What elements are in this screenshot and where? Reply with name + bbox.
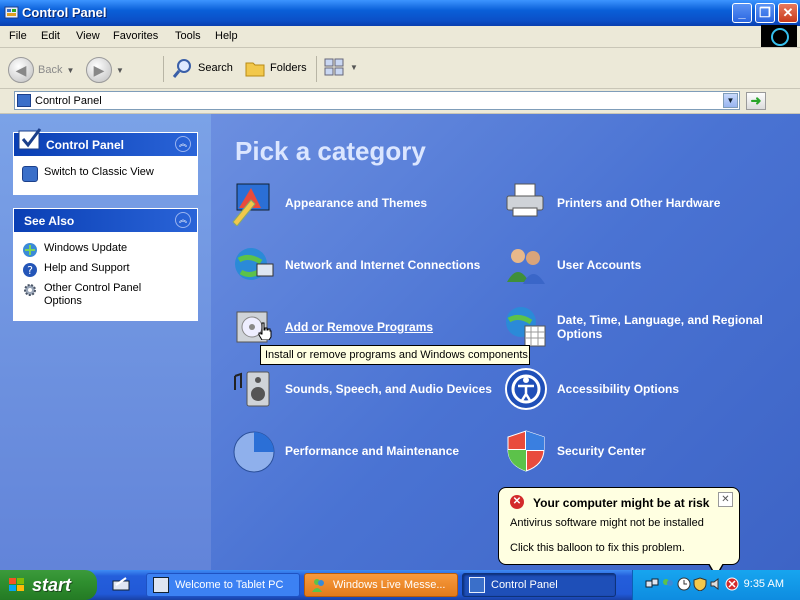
security-alert-tray-icon[interactable] — [725, 577, 739, 591]
control-panel-checkmark-icon — [18, 128, 42, 150]
system-tray: 9:35 AM — [632, 570, 800, 600]
menu-bar: File Edit View Favorites Tools Help — [0, 25, 800, 48]
clock-tray-icon[interactable] — [677, 577, 691, 591]
control-panel-icon — [17, 94, 31, 107]
control-panel-section-header[interactable]: Control Panel ︽ — [14, 128, 197, 156]
category-date-time-language-regional[interactable]: Date, Time, Language, and Regional Optio… — [503, 304, 777, 350]
windows-update-icon — [23, 243, 37, 257]
balloon-close-button[interactable]: ✕ — [718, 492, 733, 507]
date-time-globe-icon — [506, 307, 546, 347]
help-and-support-link[interactable]: ? Help and Support — [22, 262, 189, 278]
users-icon — [507, 249, 545, 284]
window-icon — [153, 577, 169, 593]
menu-view[interactable]: View — [76, 30, 100, 42]
toolbar: ◀ Back ▼ ▶ ▼ Search Folders ▼ — [0, 48, 800, 126]
switch-to-classic-view-link[interactable]: Switch to Classic View — [22, 166, 189, 182]
taskbar-item-control-panel[interactable]: Control Panel — [462, 573, 616, 597]
page-title: Pick a category — [235, 136, 426, 166]
category-user-accounts[interactable]: User Accounts — [503, 242, 641, 288]
messenger-icon — [312, 579, 324, 592]
menu-file[interactable]: File — [9, 30, 27, 42]
security-alert-icon: ✕ — [510, 495, 524, 509]
address-dropdown-button[interactable]: ▼ — [723, 93, 738, 108]
menu-edit[interactable]: Edit — [41, 30, 60, 42]
views-button[interactable]: ▼ — [324, 57, 358, 77]
tablet-input-icon[interactable] — [112, 576, 130, 592]
messenger-tray-icon[interactable] — [661, 577, 675, 591]
address-bar: Control Panel ▼ ➜ — [0, 89, 800, 114]
search-icon — [172, 59, 191, 78]
network-tray-icon[interactable] — [645, 577, 659, 591]
taskbar-item-messenger[interactable]: Windows Live Messe... — [304, 573, 458, 597]
category-appearance-and-themes[interactable]: Appearance and Themes — [231, 180, 427, 226]
control-panel-icon — [469, 577, 485, 593]
svg-text:?: ? — [27, 264, 33, 277]
control-panel-icon — [4, 6, 19, 19]
views-icon — [324, 58, 344, 76]
chevron-down-icon[interactable]: ▼ — [116, 66, 124, 75]
back-arrow-icon: ◀ — [8, 57, 34, 83]
security-balloon-notification[interactable]: ✕ Your computer might be at risk ✕ Antiv… — [498, 487, 740, 565]
start-button[interactable]: start — [0, 570, 97, 600]
forward-button[interactable]: ▶ ▼ — [86, 57, 124, 83]
minimize-button[interactable]: _ — [732, 3, 752, 23]
search-button[interactable]: Search — [172, 57, 233, 79]
appearance-themes-icon — [232, 183, 270, 226]
chevron-down-icon[interactable]: ▼ — [66, 66, 74, 75]
address-input[interactable]: Control Panel ▼ — [14, 91, 740, 110]
shield-warning-tray-icon[interactable] — [693, 577, 707, 591]
windows-logo-icon — [761, 25, 797, 47]
taskbar: start Welcome to Tablet PC Windows Live … — [0, 570, 800, 600]
forward-arrow-icon: ▶ — [86, 57, 112, 83]
menu-tools[interactable]: Tools — [175, 30, 201, 42]
accessibility-icon — [505, 368, 547, 410]
close-button[interactable]: ✕ — [778, 3, 798, 23]
see-also-section-header[interactable]: See Also ︽ — [14, 209, 197, 232]
category-performance-and-maintenance[interactable]: Performance and Maintenance — [231, 428, 459, 474]
windows-update-link[interactable]: Windows Update — [22, 242, 189, 258]
tooltip: Install or remove programs and Windows c… — [260, 345, 531, 365]
gear-icon — [24, 284, 36, 296]
category-network-and-internet-connections[interactable]: Network and Internet Connections — [231, 242, 480, 288]
speaker-icon — [234, 371, 270, 407]
control-panel-section: Control Panel ︽ Switch to Classic View — [13, 128, 198, 195]
menu-favorites[interactable]: Favorites — [113, 30, 158, 42]
maximize-button[interactable]: ❐ — [755, 3, 775, 23]
folders-button[interactable]: Folders — [244, 57, 307, 79]
other-control-panel-options-link[interactable]: Other Control Panel Options — [22, 282, 189, 308]
category-security-center[interactable]: Security Center — [503, 428, 646, 474]
collapse-chevron-icon[interactable]: ︽ — [175, 212, 191, 228]
volume-tray-icon[interactable] — [709, 577, 723, 591]
hand-cursor-icon — [258, 322, 272, 340]
title-bar[interactable]: Control Panel _ ❐ ✕ — [0, 0, 800, 26]
category-sounds-speech-audio[interactable]: Sounds, Speech, and Audio Devices — [231, 366, 492, 412]
go-button[interactable]: ➜ — [746, 92, 766, 110]
taskbar-item-welcome[interactable]: Welcome to Tablet PC — [146, 573, 300, 597]
category-accessibility-options[interactable]: Accessibility Options — [503, 366, 679, 412]
security-shield-icon — [507, 430, 545, 472]
network-globe-icon — [235, 248, 274, 280]
menu-help[interactable]: Help — [215, 30, 238, 42]
windows-flag-icon — [9, 578, 24, 591]
printer-icon — [506, 183, 544, 217]
task-pane: Control Panel ︽ Switch to Classic View S… — [0, 114, 211, 570]
category-printers-and-other-hardware[interactable]: Printers and Other Hardware — [503, 180, 720, 226]
clock[interactable]: 9:35 AM — [744, 578, 784, 590]
window-title: Control Panel — [22, 5, 107, 20]
help-icon: ? — [23, 263, 37, 277]
folder-icon — [245, 62, 265, 77]
performance-chart-icon — [233, 431, 275, 473]
classic-view-icon — [22, 166, 38, 182]
back-button[interactable]: ◀ Back ▼ — [8, 57, 74, 83]
collapse-chevron-icon[interactable]: ︽ — [175, 136, 191, 152]
chevron-down-icon: ▼ — [350, 62, 358, 72]
see-also-section: See Also ︽ Windows Update ? Help and Sup… — [13, 208, 198, 321]
